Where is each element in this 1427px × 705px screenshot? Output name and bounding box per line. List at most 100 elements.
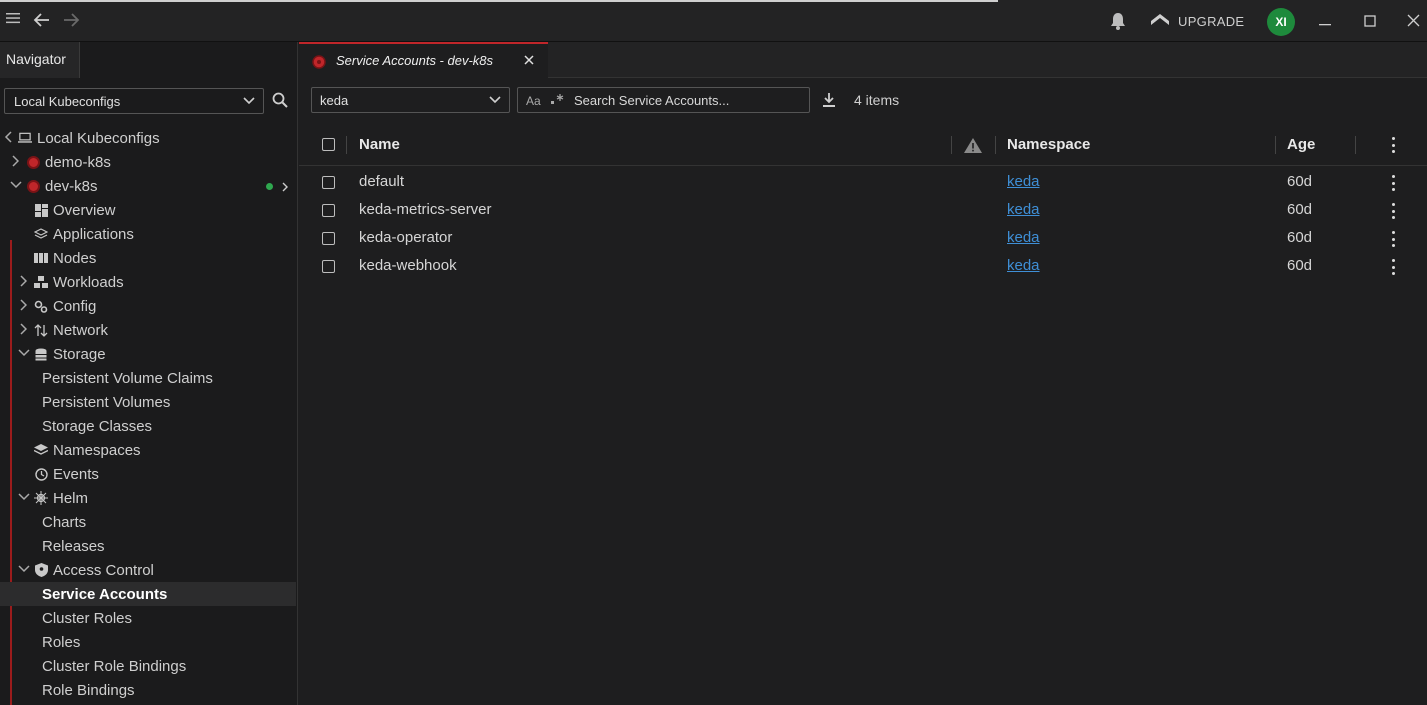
row-name: keda-metrics-server — [359, 201, 492, 218]
list-toolbar: keda Aa 4 items — [299, 78, 1427, 124]
laptop-icon — [18, 131, 32, 145]
chevron-right-icon[interactable] — [282, 179, 288, 196]
row-namespace-link[interactable]: keda — [1007, 201, 1040, 218]
chevron-down-icon — [18, 492, 30, 504]
row-namespace-link[interactable]: keda — [1007, 173, 1040, 190]
search-input[interactable] — [574, 91, 804, 109]
tree-label: Storage Classes — [42, 417, 153, 435]
nav-item-helm[interactable]: Helm — [0, 486, 296, 510]
nav-item-role-bindings[interactable]: Role Bindings — [0, 678, 296, 702]
tree-label: Workloads — [53, 273, 124, 291]
clock-icon — [34, 467, 48, 481]
tree-label: Config — [53, 297, 97, 315]
nav-item-releases[interactable]: Releases — [0, 534, 296, 558]
column-separator — [951, 136, 952, 154]
match-case-toggle[interactable]: Aa — [526, 94, 541, 108]
tree-label: Cluster Roles — [42, 609, 133, 627]
chevron-right-icon — [18, 274, 28, 290]
row-checkbox[interactable] — [322, 204, 335, 217]
hamburger-menu-icon[interactable] — [6, 11, 20, 30]
nav-item-persistent-volume-claims[interactable]: Persistent Volume Claims — [0, 366, 296, 390]
column-options-kebab-icon[interactable] — [1391, 137, 1395, 153]
column-header-namespace[interactable]: Namespace — [1007, 136, 1090, 153]
user-avatar[interactable]: XI — [1267, 8, 1295, 36]
kubeconfig-select[interactable]: Local Kubeconfigs — [4, 88, 264, 114]
tree-root-local-kubeconfigs[interactable]: Local Kubeconfigs — [0, 126, 296, 150]
nav-item-persistent-volumes[interactable]: Persistent Volumes — [0, 390, 296, 414]
tab-title: Service Accounts - dev-k8s — [336, 53, 494, 68]
row-menu-kebab-icon[interactable] — [1391, 259, 1395, 275]
table-row[interactable]: default keda 60d — [299, 168, 1427, 196]
nav-item-workloads[interactable]: Workloads — [0, 270, 296, 294]
bell-icon[interactable] — [1110, 12, 1126, 35]
select-all-checkbox[interactable] — [322, 138, 335, 151]
tree-label: Applications — [53, 225, 134, 243]
minimize-icon[interactable] — [1317, 10, 1333, 28]
tree-label: Local Kubeconfigs — [37, 129, 160, 147]
namespace-select[interactable]: keda — [311, 87, 510, 113]
tab-service-accounts[interactable]: Service Accounts - dev-k8s — [299, 42, 548, 78]
nav-item-overview[interactable]: Overview — [0, 198, 296, 222]
nav-item-access-control[interactable]: Access Control — [0, 558, 296, 582]
nav-item-network[interactable]: Network — [0, 318, 296, 342]
nav-item-service-accounts[interactable]: Service Accounts — [0, 582, 296, 606]
stack-icon — [34, 443, 48, 457]
search-box: Aa — [517, 87, 810, 113]
nav-item-nodes[interactable]: Nodes — [0, 246, 296, 270]
tree-label: Cluster Role Bindings — [42, 657, 187, 675]
chevron-down-icon — [10, 180, 22, 192]
table-row[interactable]: keda-operator keda 60d — [299, 224, 1427, 252]
row-checkbox[interactable] — [322, 260, 335, 273]
nav-item-charts[interactable]: Charts — [0, 510, 296, 534]
column-header-age[interactable]: Age — [1287, 136, 1315, 153]
tree-label: Overview — [53, 201, 116, 219]
nav-item-cluster-role-bindings[interactable]: Cluster Role Bindings — [0, 654, 296, 678]
nav-item-roles[interactable]: Roles — [0, 630, 296, 654]
row-age: 60d — [1287, 229, 1313, 246]
table-row[interactable]: keda-metrics-server keda 60d — [299, 196, 1427, 224]
download-icon[interactable] — [822, 92, 836, 111]
row-namespace-link[interactable]: keda — [1007, 257, 1040, 274]
tree-label: Events — [53, 465, 99, 483]
tree-label: Nodes — [53, 249, 97, 267]
nav-item-storage-classes[interactable]: Storage Classes — [0, 414, 296, 438]
nav-item-namespaces[interactable]: Namespaces — [0, 438, 296, 462]
upgrade-label: UPGRADE — [1178, 13, 1245, 29]
close-window-icon[interactable] — [1405, 14, 1421, 32]
row-name: keda-webhook — [359, 257, 457, 274]
upgrade-button[interactable]: UPGRADE — [1150, 11, 1244, 31]
tree-label: Namespaces — [53, 441, 141, 459]
tree-label: demo-k8s — [45, 153, 111, 171]
upgrade-chevron-icon — [1150, 12, 1170, 31]
nav-item-storage[interactable]: Storage — [0, 342, 296, 366]
row-namespace-link[interactable]: keda — [1007, 229, 1040, 246]
row-menu-kebab-icon[interactable] — [1391, 175, 1395, 191]
table-row[interactable]: keda-webhook keda 60d — [299, 252, 1427, 280]
warning-triangle-icon[interactable] — [963, 137, 983, 157]
row-age: 60d — [1287, 201, 1313, 218]
tree-label: Charts — [42, 513, 87, 531]
navigator-tab[interactable]: Navigator — [0, 42, 80, 78]
close-tab-icon[interactable] — [524, 52, 534, 69]
row-menu-kebab-icon[interactable] — [1391, 203, 1395, 219]
nav-item-cluster-roles[interactable]: Cluster Roles — [0, 606, 296, 630]
column-header-name[interactable]: Name — [359, 136, 400, 153]
cubes-icon — [34, 275, 48, 289]
nav-item-applications[interactable]: Applications — [0, 222, 296, 246]
maximize-icon[interactable] — [1362, 14, 1378, 32]
regex-toggle-icon[interactable] — [550, 92, 564, 109]
tree-label: Roles — [42, 633, 81, 651]
row-checkbox[interactable] — [322, 176, 335, 189]
nav-item-config[interactable]: Config — [0, 294, 296, 318]
items-count: 4 items — [854, 92, 900, 108]
nav-item-events[interactable]: Events — [0, 462, 296, 486]
back-arrow-icon[interactable] — [33, 12, 51, 33]
tree-cluster-dev-k8s[interactable]: dev-k8s — [0, 174, 296, 198]
connected-status-dot — [266, 183, 273, 190]
row-checkbox[interactable] — [322, 232, 335, 245]
tree-cluster-demo-k8s[interactable]: demo-k8s — [0, 150, 296, 174]
row-menu-kebab-icon[interactable] — [1391, 231, 1395, 247]
search-icon[interactable] — [272, 92, 288, 111]
forward-arrow-icon[interactable] — [62, 12, 80, 33]
layers-icon — [34, 227, 48, 241]
